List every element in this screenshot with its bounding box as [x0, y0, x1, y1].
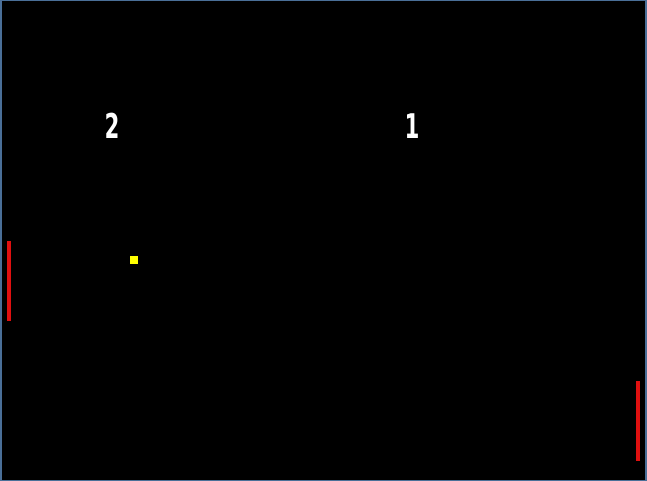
right-player-score: 1 [404, 107, 420, 147]
left-player-score: 2 [104, 107, 120, 147]
ball [130, 256, 138, 264]
left-paddle[interactable] [7, 241, 11, 321]
right-paddle[interactable] [636, 381, 640, 461]
pong-court[interactable]: 2 1 [0, 0, 647, 481]
